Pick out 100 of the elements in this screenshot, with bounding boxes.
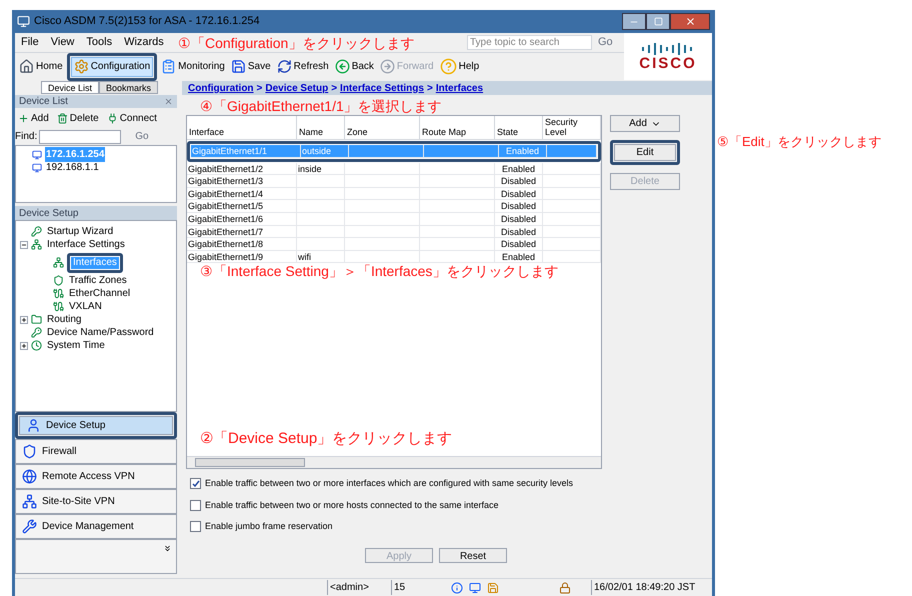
tree-item[interactable]: Interface Settings <box>45 238 127 250</box>
floppy-icon <box>230 59 246 74</box>
tree-item[interactable]: EtherChannel <box>67 288 132 300</box>
status-level: 15 <box>391 580 451 595</box>
table-row[interactable]: GigabitEthernet1/5 Disabled <box>187 200 601 213</box>
callout-text: ③「Interface Setting」＞「Interfaces」をクリックします <box>200 262 558 280</box>
column-header[interactable]: Security Level <box>543 116 601 139</box>
collapse-icon[interactable] <box>20 240 28 248</box>
search-field[interactable]: Type topic to search <box>467 35 592 50</box>
table-cell: outside <box>301 145 349 157</box>
tree-item[interactable]: Startup Wizard <box>45 226 116 238</box>
more-icon[interactable] <box>163 544 172 553</box>
tree-item[interactable]: Device Name/Password <box>45 326 156 338</box>
computer-icon <box>469 582 481 594</box>
tree-item[interactable]: System Time <box>45 340 107 352</box>
toolbar-button[interactable]: Back <box>332 56 376 76</box>
footer-button[interactable]: Reset <box>439 548 507 562</box>
breadcrumb-link[interactable]: Configuration <box>188 80 254 96</box>
checkbox[interactable] <box>190 521 201 532</box>
nav-button[interactable]: Device Management <box>15 514 177 539</box>
column-header[interactable]: State <box>495 116 543 139</box>
toolbar-button[interactable]: Help <box>438 56 482 76</box>
breadcrumb-link[interactable]: Device Setup <box>265 80 328 96</box>
column-header[interactable]: Route Map <box>420 116 495 139</box>
search-go-button[interactable]: Go <box>598 34 613 51</box>
device-action-button[interactable]: Delete <box>56 110 99 126</box>
maximize-button[interactable] <box>646 13 670 30</box>
status-time: 16/02/01 18:49:20 JST <box>591 580 696 595</box>
side-button[interactable]: Add <box>610 115 680 132</box>
side-button[interactable]: Edit <box>614 144 676 161</box>
tree-item[interactable]: Traffic Zones <box>67 274 129 286</box>
panel-tab[interactable]: Device List <box>41 81 100 94</box>
expand-icon[interactable] <box>20 342 28 350</box>
table-row[interactable]: GigabitEthernet1/4 Disabled <box>187 188 601 200</box>
table-cell: Enabled <box>499 145 547 157</box>
table-row[interactable]: GigabitEthernet1/3 Disabled <box>187 175 601 188</box>
close-button[interactable] <box>670 13 710 30</box>
toolbar-button[interactable]: Save <box>228 56 273 76</box>
table-cell: GigabitEthernet1/4 <box>187 188 297 200</box>
nav-button[interactable]: Device Setup <box>19 416 173 435</box>
find-go-button[interactable]: Go <box>135 129 149 144</box>
table-row[interactable]: GigabitEthernet1/6 Disabled <box>187 212 601 226</box>
breadcrumb-link[interactable]: Interfaces <box>436 80 484 96</box>
close-icon <box>684 16 696 27</box>
shield-icon <box>22 444 37 459</box>
table-cell: GigabitEthernet1/3 <box>187 175 297 187</box>
device-action-button[interactable]: Connect <box>106 110 157 126</box>
panel-title: Device List <box>19 95 69 109</box>
breadcrumb-link[interactable]: Interface Settings <box>340 80 424 96</box>
checkbox-label: Enable jumbo frame reservation <box>205 520 333 533</box>
table-cell: Disabled <box>495 188 543 200</box>
panel-tab[interactable]: Bookmarks <box>99 81 158 94</box>
network-icon <box>22 494 37 509</box>
table-row[interactable]: GigabitEthernet1/9 wifi Enabled <box>187 250 601 264</box>
table-cell: GigabitEthernet1/9 <box>187 250 297 262</box>
checkbox[interactable] <box>190 500 201 511</box>
minimize-button[interactable] <box>622 13 646 30</box>
column-header[interactable]: Zone <box>345 116 420 139</box>
nav-button[interactable]: Site-to-Site VPN <box>15 489 177 514</box>
toolbar-button[interactable]: Refresh <box>274 56 331 76</box>
nav-button[interactable]: Remote Access VPN <box>15 464 177 489</box>
wrench-icon <box>22 519 37 534</box>
device-action-button[interactable]: Add <box>18 110 49 126</box>
table-row[interactable]: GigabitEthernet1/7 Disabled <box>187 226 601 238</box>
table-cell: wifi <box>297 250 345 262</box>
help-icon <box>440 58 457 75</box>
menu-item[interactable]: View <box>50 34 74 51</box>
menu-item[interactable]: Tools <box>86 34 112 51</box>
table-cell: inside <box>297 162 345 174</box>
tree-item[interactable]: Routing <box>45 314 84 326</box>
info-icon <box>451 582 463 594</box>
network-icon <box>53 257 64 268</box>
column-header[interactable]: Name <box>297 116 345 139</box>
lock-icon <box>559 582 571 594</box>
table-cell: GigabitEthernet1/1 <box>191 145 301 157</box>
device-item[interactable]: 192.168.1.1 <box>45 160 100 175</box>
nav-button[interactable]: Firewall <box>15 439 177 464</box>
breadcrumb-separator: > <box>426 82 433 96</box>
cable-icon <box>53 301 64 312</box>
toolbar-button[interactable]: Monitoring <box>159 56 227 76</box>
table-cell: GigabitEthernet1/6 <box>187 212 297 225</box>
column-header[interactable]: Interface <box>187 116 297 139</box>
table-row[interactable]: GigabitEthernet1/2 inside Enabled <box>187 162 601 176</box>
menu-item[interactable]: Wizards <box>124 34 164 51</box>
find-field[interactable] <box>39 130 122 144</box>
table-row[interactable]: GigabitEthernet1/8 Disabled <box>187 238 601 251</box>
expand-icon[interactable] <box>20 316 28 324</box>
toolbar-button[interactable]: Configuration <box>70 56 154 76</box>
table-cell: Enabled <box>495 250 543 262</box>
checkbox[interactable] <box>190 478 201 490</box>
tree-item[interactable]: VXLAN <box>67 300 104 312</box>
logo-text: CISCO <box>639 56 697 72</box>
table-cell: Disabled <box>495 226 543 238</box>
close-icon[interactable] <box>164 97 173 106</box>
toolbar-button[interactable]: Home <box>17 56 65 76</box>
horizontal-scrollbar[interactable] <box>187 456 601 468</box>
table-cell: GigabitEthernet1/7 <box>187 226 297 238</box>
key-icon <box>31 226 42 237</box>
panel-title: Device Setup <box>19 206 78 220</box>
menu-item[interactable]: File <box>21 34 39 51</box>
